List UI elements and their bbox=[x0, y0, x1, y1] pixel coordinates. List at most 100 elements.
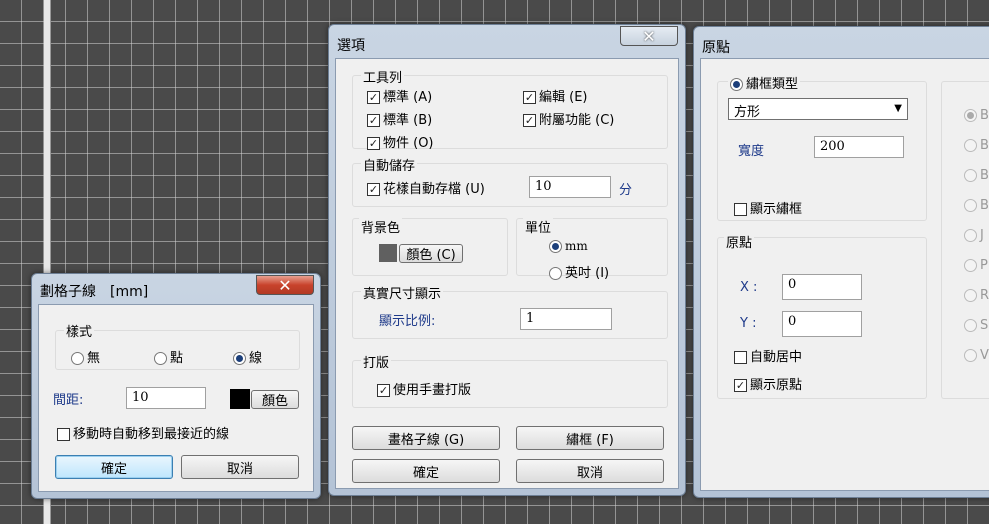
auto-center-checkbox[interactable]: 自動居中 bbox=[734, 346, 802, 365]
autosave-group-label: 自動儲存 bbox=[361, 155, 418, 174]
cut-radio-4-label: B bbox=[980, 198, 989, 213]
radio-disabled-icon bbox=[964, 229, 977, 242]
spacing-label: 間距: bbox=[53, 393, 84, 408]
toolbar-accessory-checkbox[interactable]: ✓ 附屬功能 (C) bbox=[523, 109, 614, 128]
origin-x-input[interactable]: 0 bbox=[782, 274, 862, 300]
cut-radio-7: R bbox=[964, 288, 989, 303]
frame-shape-select[interactable]: 方形 ▼ bbox=[728, 98, 908, 120]
grid-dialog-body: 樣式 無 點 線 間距: 10 顏色 移動時自動移到最接近的線 確定 取消 bbox=[38, 304, 314, 492]
checkbox-checked-icon: ✓ bbox=[367, 114, 380, 127]
unit-mm-radio[interactable]: mm bbox=[549, 239, 588, 254]
grid-ok-button[interactable]: 確定 bbox=[55, 455, 173, 479]
unit-group-label: 單位 bbox=[523, 217, 554, 236]
frame-button[interactable]: 繡框 (F) bbox=[516, 426, 664, 450]
origin-dialog-title: 原點 bbox=[702, 40, 730, 56]
frame-width-label: 寬度 bbox=[738, 144, 765, 159]
show-origin-label: 顯示原點 bbox=[750, 378, 803, 393]
background-group: 背景色 顏色 (C) bbox=[352, 217, 508, 276]
radio-selected-icon bbox=[233, 352, 246, 365]
radio-selected-icon bbox=[549, 240, 562, 253]
toolbar-accessory-label: 附屬功能 (C) bbox=[539, 113, 615, 128]
cut-radio-3-label: B bbox=[980, 168, 989, 183]
checkbox-icon bbox=[734, 351, 747, 364]
toolbar-object-label: 物件 (O) bbox=[383, 136, 434, 151]
radio-selected-icon bbox=[730, 78, 743, 91]
unit-inch-radio[interactable]: 英吋 (I) bbox=[549, 262, 609, 281]
options-dialog-title: 選項 bbox=[337, 38, 365, 54]
options-dialog-titlebar[interactable]: 選項 ✕ bbox=[329, 25, 685, 55]
frame-type-label: 繡框類型 bbox=[746, 77, 799, 92]
toolbar-standard-b-label: 標準 (B) bbox=[383, 113, 433, 128]
style-line-label: 線 bbox=[249, 351, 263, 366]
scale-input[interactable]: 1 bbox=[520, 308, 612, 330]
autosave-checkbox[interactable]: ✓ 花樣自動存檔 (U) bbox=[367, 178, 485, 197]
hoop-group-label: 打版 bbox=[361, 352, 392, 371]
frame-type-radio[interactable]: 繡框類型 bbox=[728, 73, 801, 92]
toolbar-standard-a-checkbox[interactable]: ✓ 標準 (A) bbox=[367, 86, 432, 105]
auto-center-label: 自動居中 bbox=[750, 350, 803, 365]
toolbar-edit-checkbox[interactable]: ✓ 編輯 (E) bbox=[523, 86, 588, 105]
show-origin-checkbox[interactable]: ✓ 顯示原點 bbox=[734, 374, 802, 393]
origin-y-label: Y : bbox=[740, 316, 757, 331]
style-group: 樣式 無 點 線 bbox=[55, 321, 300, 370]
checkbox-checked-icon: ✓ bbox=[367, 91, 380, 104]
hoop-group: 打版 ✓ 使用手畫打版 bbox=[352, 352, 668, 408]
radio-disabled-icon bbox=[964, 199, 977, 212]
autosave-unit-label: 分 bbox=[619, 183, 633, 198]
chevron-down-icon: ▼ bbox=[894, 103, 902, 114]
options-cancel-button[interactable]: 取消 bbox=[516, 459, 664, 483]
scale-label: 顯示比例: bbox=[379, 314, 436, 329]
cut-radio-9-label: V bbox=[980, 348, 989, 363]
options-dialog-close-button[interactable]: ✕ bbox=[620, 26, 678, 46]
cut-radio-2-label: B bbox=[980, 138, 989, 153]
spacing-input[interactable]: 10 bbox=[126, 387, 206, 409]
background-color-button[interactable]: 顏色 (C) bbox=[399, 244, 463, 263]
checkbox-checked-icon: ✓ bbox=[367, 137, 380, 150]
cut-radio-4: B bbox=[964, 198, 989, 213]
hand-draw-checkbox[interactable]: ✓ 使用手畫打版 bbox=[377, 379, 471, 398]
options-ok-button[interactable]: 確定 bbox=[352, 459, 500, 483]
cut-radio-5-label: J bbox=[980, 228, 984, 243]
radio-disabled-icon bbox=[964, 109, 977, 122]
unit-inch-label: 英吋 (I) bbox=[565, 266, 610, 281]
origin-dialog-body: 繡框類型 方形 ▼ 寬度 200 顯示繡框 原點 X : 0 Y : 0 自動居… bbox=[700, 58, 989, 491]
origin-y-input[interactable]: 0 bbox=[782, 311, 862, 337]
grid-color-button[interactable]: 顏色 bbox=[251, 390, 299, 409]
grid-dialog: 劃格子線 [mm] ✕ 樣式 無 點 線 間距: 10 顏色 移動時自動移到最接… bbox=[31, 273, 321, 499]
toolbar-standard-b-checkbox[interactable]: ✓ 標準 (B) bbox=[367, 109, 432, 128]
cut-radio-9: V bbox=[964, 348, 989, 363]
background-color-swatch bbox=[379, 244, 397, 262]
hand-draw-label: 使用手畫打版 bbox=[393, 383, 472, 398]
checkbox-checked-icon: ✓ bbox=[734, 379, 747, 392]
grid-dialog-close-button[interactable]: ✕ bbox=[256, 275, 314, 295]
grid-cancel-button[interactable]: 取消 bbox=[181, 455, 299, 479]
style-radio-dot[interactable]: 點 bbox=[154, 347, 183, 366]
checkbox-icon bbox=[57, 428, 70, 441]
radio-disabled-icon bbox=[964, 139, 977, 152]
grid-dialog-title: 劃格子線 [mm] bbox=[40, 284, 149, 300]
style-radio-none[interactable]: 無 bbox=[71, 347, 100, 366]
show-frame-checkbox[interactable]: 顯示繡框 bbox=[734, 198, 802, 217]
grid-lines-button[interactable]: 畫格子線 (G) bbox=[352, 426, 500, 450]
style-radio-line[interactable]: 線 bbox=[233, 347, 262, 366]
radio-disabled-icon bbox=[964, 169, 977, 182]
toolbar-group: 工具列 ✓ 標準 (A) ✓ 編輯 (E) ✓ 標準 (B) ✓ 附屬功能 (C) ✓ 物… bbox=[352, 67, 668, 151]
autosave-minutes-input[interactable]: 10 bbox=[529, 176, 611, 198]
cut-radio-8-label: S bbox=[980, 318, 989, 333]
checkbox-icon bbox=[734, 203, 747, 216]
cut-radio-group: B B B B J P R S V bbox=[941, 81, 989, 399]
origin-group-label: 原點 bbox=[724, 232, 755, 251]
cut-radio-2: B bbox=[964, 138, 989, 153]
toolbar-standard-a-label: 標準 (A) bbox=[383, 90, 433, 105]
grid-dialog-titlebar[interactable]: 劃格子線 [mm] ✕ bbox=[32, 274, 320, 304]
toolbar-object-checkbox[interactable]: ✓ 物件 (O) bbox=[367, 132, 434, 151]
snap-checkbox[interactable]: 移動時自動移到最接近的線 bbox=[57, 423, 229, 442]
origin-dialog: 原點 繡框類型 方形 ▼ 寬度 200 顯示繡框 原點 X : 0 Y : 0 … bbox=[693, 26, 989, 498]
origin-dialog-titlebar[interactable]: 原點 bbox=[694, 27, 989, 57]
frame-width-input[interactable]: 200 bbox=[814, 136, 904, 158]
cut-radio-6: P bbox=[964, 258, 988, 273]
checkbox-checked-icon: ✓ bbox=[523, 91, 536, 104]
background-group-label: 背景色 bbox=[359, 217, 403, 236]
radio-disabled-icon bbox=[964, 319, 977, 332]
toolbar-group-label: 工具列 bbox=[361, 67, 405, 86]
